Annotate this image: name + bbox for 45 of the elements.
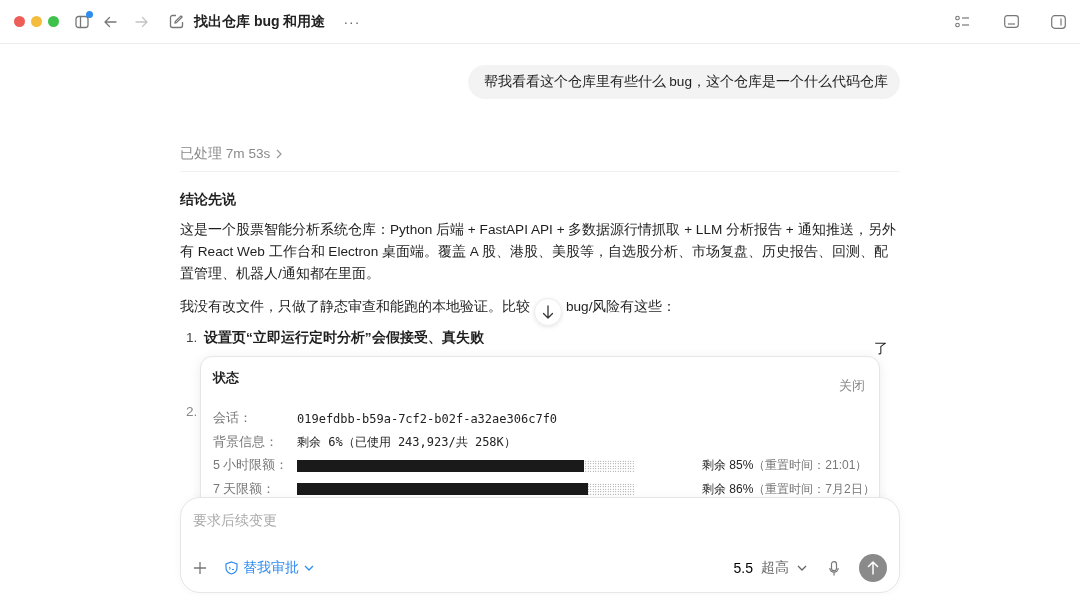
down-arrow-icon bbox=[542, 305, 554, 319]
scroll-down-button[interactable] bbox=[534, 298, 562, 326]
reply-paragraph: bug/风险有这些： bbox=[566, 298, 677, 316]
reply-heading: 结论先说 bbox=[180, 191, 237, 209]
plus-icon[interactable] bbox=[193, 561, 207, 575]
right-panel-icon[interactable] bbox=[1051, 14, 1066, 29]
window-title: 找出仓库 bug 和用途 bbox=[194, 12, 326, 31]
remaining-value: 剩余 86% bbox=[702, 480, 754, 497]
more-button[interactable]: ··· bbox=[343, 13, 361, 30]
list-number: 1. bbox=[186, 329, 199, 347]
bottom-panel-icon[interactable] bbox=[1004, 15, 1019, 28]
shield-icon bbox=[225, 561, 238, 575]
user-message: 帮我看看这个仓库里有些什么 bug，这个仓库是一个什么代码仓库 bbox=[467, 65, 900, 99]
edit-icon[interactable] bbox=[169, 14, 184, 29]
panel-title: 状态 bbox=[213, 369, 239, 387]
list-item-text: 了 bbox=[874, 340, 888, 358]
processed-time[interactable]: 已处理 7m 53s bbox=[180, 143, 271, 165]
close-button[interactable]: 关闭 bbox=[833, 367, 867, 396]
close-window-button[interactable] bbox=[14, 16, 25, 27]
status-value: 019efdbb-b59a-7cf2-b02f-a32ae306c7f0 bbox=[297, 411, 558, 426]
approval-dropdown[interactable]: 替我审批 bbox=[225, 559, 314, 577]
caret-icon bbox=[304, 565, 314, 571]
up-arrow-icon bbox=[867, 561, 879, 575]
status-label: 会话： bbox=[213, 410, 253, 428]
send-button[interactable] bbox=[859, 554, 887, 582]
list-number: 2. bbox=[186, 403, 199, 421]
status-label: 5 小时限额： bbox=[213, 457, 290, 475]
message-input[interactable]: 要求后续变更 bbox=[193, 510, 887, 530]
list-item-title: 设置页“立即运行定时分析”会假接受、真失败 bbox=[204, 329, 484, 347]
remaining-value: 剩余 85% bbox=[702, 457, 754, 475]
reply-paragraph: 这是一个股票智能分析系统仓库：Python 后端 + FastAPI API + 多数据源行情抓取 + LLM 分析报告 + 通知推送，另外有 React Web 工作台和 Electron 桌面端。覆盖 A 股、港股、美股等，自选股分析、市场复盘、历史报告、回测、配置管理、机器人/通知都在里面。 bbox=[180, 221, 897, 283]
zoom-window-button[interactable] bbox=[48, 16, 59, 27]
back-arrow-icon[interactable] bbox=[103, 14, 117, 29]
microphone-icon[interactable] bbox=[829, 560, 839, 576]
status-label: 背景信息： bbox=[213, 433, 279, 451]
chevron-right-icon[interactable] bbox=[276, 149, 283, 159]
sidebar-toggle-icon[interactable] bbox=[75, 14, 89, 29]
reset-time: （重置时间：21:01） bbox=[753, 457, 868, 475]
list-icon[interactable] bbox=[955, 15, 970, 28]
caret-icon bbox=[797, 565, 807, 571]
status-value: 剩余 6%（已使用 243,923/共 258K） bbox=[297, 433, 516, 451]
reset-time: （重置时间：7月2日） bbox=[753, 480, 875, 497]
model-dropdown[interactable]: 5.5 超高 bbox=[733, 559, 807, 577]
reply-paragraph: 我没有改文件，只做了静态审查和能跑的本地验证。比较 bbox=[180, 298, 530, 316]
status-label: 7 天限额： bbox=[213, 480, 277, 497]
